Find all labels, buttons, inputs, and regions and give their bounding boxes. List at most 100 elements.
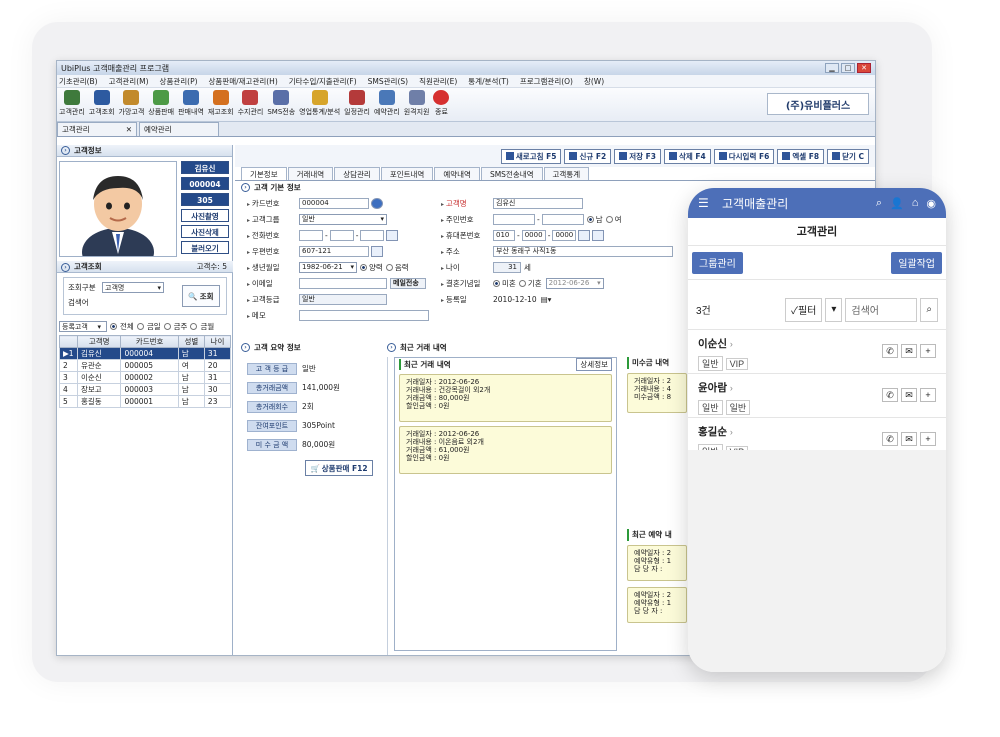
tab-close-icon[interactable]: ✕	[126, 125, 132, 134]
search-icon[interactable]: ⌕	[920, 297, 938, 322]
col-header[interactable]: 나이	[203, 335, 232, 348]
menu-item[interactable]: 창(W)	[584, 76, 604, 87]
close-panel-button[interactable]: 닫기 C	[827, 148, 869, 164]
toolbar-stats-button[interactable]: 영업통계/분석	[299, 90, 340, 117]
group-manage-button[interactable]: 그룹관리	[692, 251, 743, 274]
toolbar-finance-button[interactable]: 수지관리	[238, 90, 263, 117]
card-input[interactable]: 000004	[299, 197, 369, 209]
rrn-input-2[interactable]	[541, 213, 584, 225]
tab-points[interactable]: 포인트내역	[380, 167, 434, 180]
reenter-button[interactable]: 다시입력 F6	[713, 148, 775, 164]
hamburger-icon[interactable]: ☰	[698, 196, 710, 210]
tab-basic[interactable]: 기본정보	[241, 167, 287, 180]
reservation-card[interactable]: 예약일자 : 2 예약유형 : 1담 당 자 :	[627, 545, 687, 581]
toolbar-stock-button[interactable]: 재고조회	[208, 90, 234, 117]
shop-icon[interactable]: ⌂	[912, 197, 919, 209]
unpaid-card[interactable]: 거래일자 : 2 거래내용 : 4 미수금액 : 8	[627, 373, 687, 413]
wedding-date-picker[interactable]: 2012-06-26 ▾	[545, 277, 604, 289]
excel-button[interactable]: 엑셀 F8	[777, 148, 825, 164]
toolbar-customer-button[interactable]: 고객관리	[59, 90, 85, 117]
email-input[interactable]	[299, 277, 387, 289]
toolbar-schedule-button[interactable]: 일정관리	[344, 90, 370, 117]
mobile-input-2[interactable]: 0000	[521, 229, 546, 241]
plus-icon[interactable]: +	[920, 388, 936, 402]
menu-item[interactable]: 상품판매/재고관리(H)	[209, 76, 278, 87]
toolbar-prospect-button[interactable]: 가망고객	[119, 90, 144, 117]
female-radio[interactable]	[605, 215, 613, 223]
menu-item[interactable]: 상품관리(P)	[160, 76, 198, 87]
mail-icon[interactable]: ✉	[901, 344, 917, 358]
phone-input-3[interactable]	[360, 229, 385, 241]
col-header[interactable]: 카드번호	[120, 335, 179, 348]
transaction-card[interactable]: 거래일자 : 2012-06-26 거래내용 : 건강목걸이 외2개 거래금액 : …	[399, 374, 612, 422]
phone-input-2[interactable]	[329, 229, 354, 241]
doc-tab-reservation[interactable]: 예약관리	[139, 122, 219, 136]
product-sale-button[interactable]: 🛒 상품판매 F12	[305, 460, 373, 476]
send-mail-button[interactable]: 메일전송	[390, 277, 426, 289]
tab-reservations[interactable]: 예약내역	[434, 167, 480, 180]
plus-icon[interactable]: +	[920, 432, 936, 446]
tab-consult[interactable]: 상담관리	[334, 167, 380, 180]
list-item[interactable]: 윤아람 › 일반 일반 ✆ ✉ +	[688, 374, 946, 418]
birth-date-picker[interactable]: 1982-06-21 ▾	[299, 261, 357, 273]
toolbar-sale-button[interactable]: 상품판매	[148, 90, 174, 117]
save-button[interactable]: 저장 F3	[614, 148, 661, 164]
tab-transactions[interactable]: 거래내역	[287, 167, 334, 180]
mobile-input-1[interactable]: 010	[493, 229, 515, 241]
toolbar-reservation-button[interactable]: 예약관리	[374, 90, 400, 117]
photo-delete-button[interactable]: 사진삭제	[181, 225, 229, 238]
phone-input-1[interactable]	[299, 229, 323, 241]
phone-book-icon[interactable]	[592, 229, 605, 241]
batch-work-button[interactable]: 일괄작업	[891, 251, 942, 274]
group-select[interactable]: 일반 ▾	[299, 213, 387, 225]
plus-icon[interactable]: +	[920, 344, 936, 358]
photo-capture-button[interactable]: 사진촬영	[181, 209, 229, 222]
add-user-icon[interactable]: 👤	[890, 197, 904, 210]
photo-load-button[interactable]: 불러오기	[181, 241, 229, 254]
mobile-input-3[interactable]: 0000	[552, 229, 577, 241]
solar-radio[interactable]	[360, 263, 367, 271]
toolbar-search-button[interactable]: 고객조회	[89, 90, 115, 117]
unmarried-radio[interactable]	[493, 279, 500, 287]
lookup-icon[interactable]	[371, 197, 383, 209]
name-input[interactable]: 김유신	[493, 197, 583, 209]
male-radio[interactable]	[586, 215, 594, 223]
menu-item[interactable]: 고객관리(M)	[109, 76, 149, 87]
phone-icon[interactable]: ✆	[882, 388, 898, 402]
table-row[interactable]: ▶1 김유신 000004 남 31	[59, 347, 232, 360]
new-button[interactable]: 신규 F2	[564, 148, 612, 164]
rrn-input-1[interactable]	[493, 213, 535, 225]
filter-dropdown[interactable]: ▾	[825, 297, 843, 322]
minimize-button[interactable]: ▁	[825, 63, 839, 73]
filter-button[interactable]: ✓필터	[785, 297, 823, 322]
toolbar-exit-button[interactable]: 종료	[433, 90, 450, 117]
filter-today-radio[interactable]	[136, 323, 144, 330]
lunar-radio[interactable]	[385, 263, 393, 271]
calendar-icon[interactable]: ▤▾	[541, 295, 552, 304]
filter-month-radio[interactable]	[190, 323, 198, 330]
menu-item[interactable]: 프로그램관리(O)	[520, 76, 573, 87]
toolbar-sales-history-button[interactable]: 판매내역	[178, 90, 204, 117]
filter-all-radio[interactable]	[110, 323, 117, 330]
mobile-search-input[interactable]: 검색어	[845, 297, 918, 322]
reservation-card[interactable]: 예약일자 : 2 예약유형 : 1담 당 자 :	[627, 587, 687, 623]
table-row[interactable]: 4 장보고 000003 남 30	[59, 383, 232, 396]
copy-icon[interactable]	[578, 229, 591, 241]
phone-book-icon[interactable]	[386, 229, 399, 241]
delete-button[interactable]: 삭제 F4	[663, 148, 711, 164]
tab-stats[interactable]: 고객통계	[543, 167, 590, 180]
zip-input[interactable]: 607-121	[299, 245, 369, 257]
memo-input[interactable]	[299, 309, 429, 321]
refresh-button[interactable]: 새로고침 F5	[500, 148, 562, 164]
menu-item[interactable]: 기초관리(B)	[59, 76, 98, 87]
detail-button[interactable]: 상세정보	[576, 357, 612, 371]
registration-filter-select[interactable]: 등록고객 ▾	[59, 321, 107, 332]
table-row[interactable]: 2 유관순 000005 여 20	[59, 359, 232, 372]
mail-icon[interactable]: ✉	[901, 388, 917, 402]
table-row[interactable]: 3 이순신 000002 남 31	[59, 371, 232, 384]
list-item[interactable]: 이순신 › 일반 VIP ✆ ✉ +	[688, 330, 946, 374]
phone-icon[interactable]: ✆	[882, 344, 898, 358]
zip-search-icon[interactable]	[371, 245, 383, 257]
menu-item[interactable]: SMS관리(S)	[368, 76, 408, 87]
tab-sms[interactable]: SMS전송내역	[480, 167, 543, 180]
